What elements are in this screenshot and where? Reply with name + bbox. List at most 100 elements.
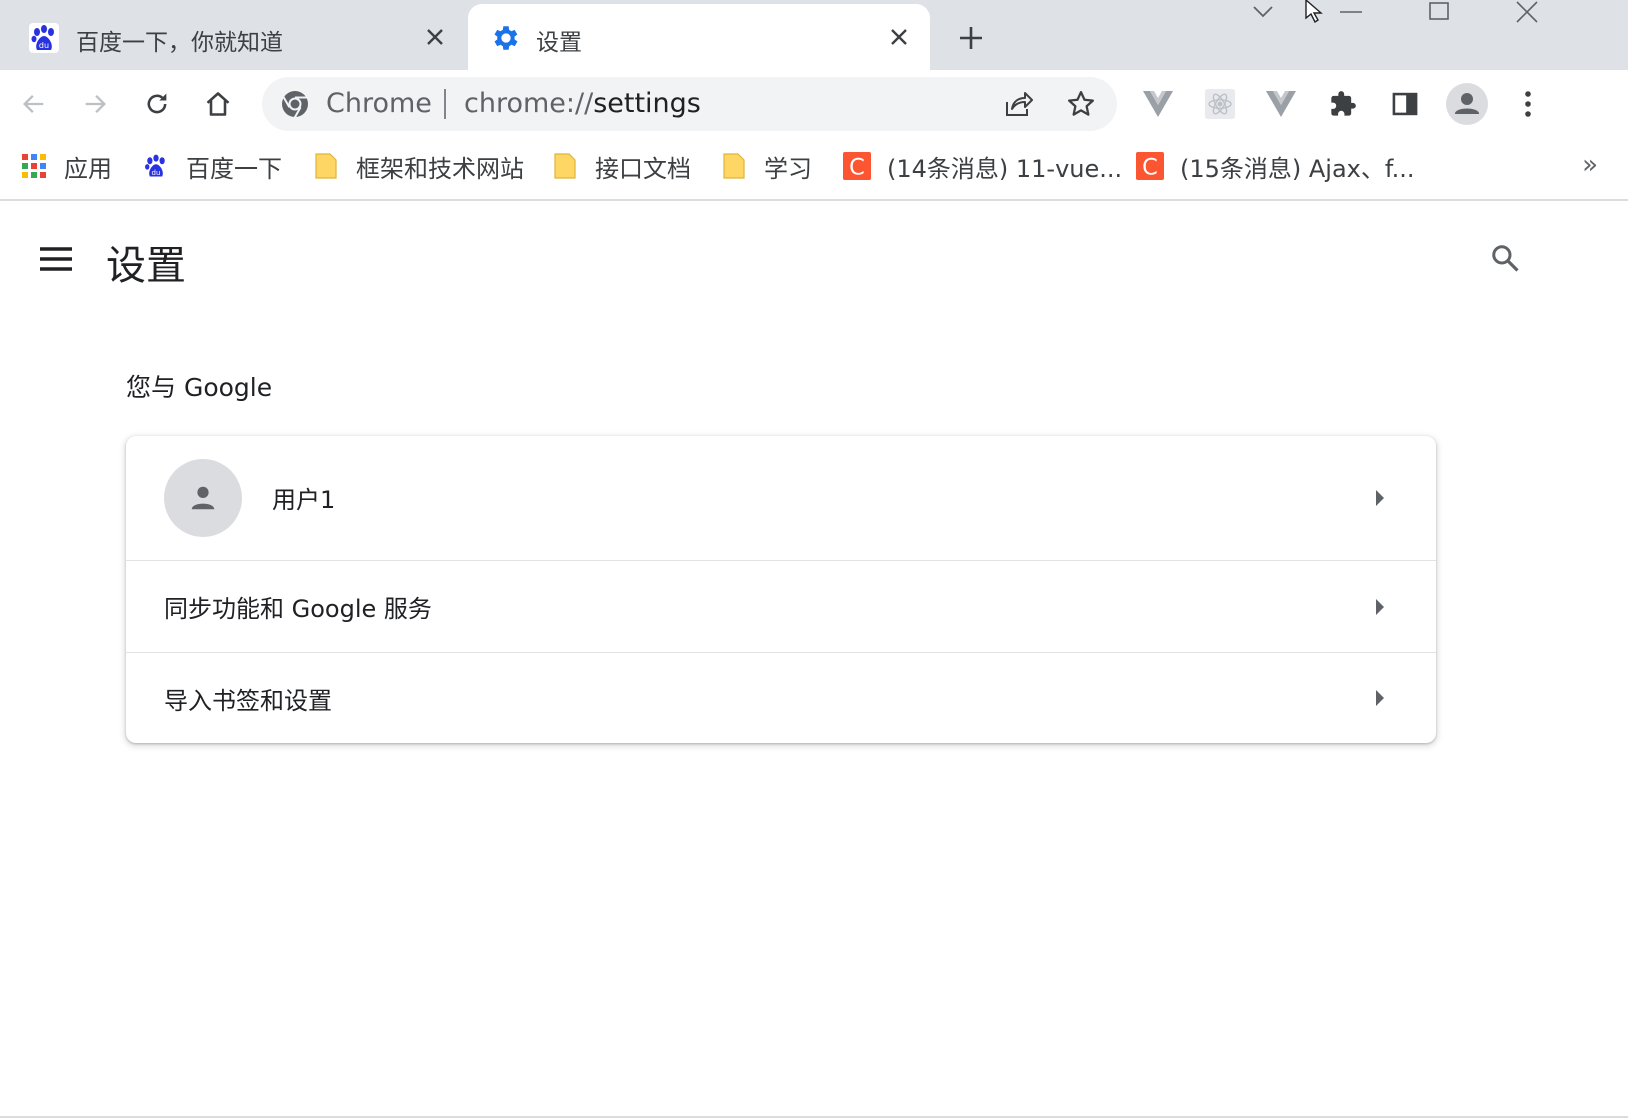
svg-text:C: C [849,154,865,180]
bookmark-csdn-ajax[interactable]: C (15条消息) Ajax、f... [1136,148,1414,184]
maximize-button[interactable] [1412,0,1466,24]
close-tab-icon[interactable] [884,22,914,52]
close-icon [1516,1,1538,23]
share-icon [1006,92,1033,116]
profile-row[interactable]: 用户1 [126,436,1436,559]
bookmark-label: (15条消息) Ajax、f... [1180,154,1415,183]
window-close-button[interactable] [1500,0,1554,24]
chrome-menu-button[interactable] [1506,82,1550,126]
you-and-google-card: 用户1 同步功能和 Google 服务 导入书签和设置 [126,436,1436,743]
extensions-button[interactable] [1321,82,1365,126]
extension-react-devtools[interactable] [1198,82,1242,126]
more-vert-icon [1525,91,1531,117]
vue-logo-icon [1266,91,1296,117]
folder-icon [551,152,579,180]
page-title: 设置 [106,243,186,289]
bookmark-star-button[interactable] [1062,85,1100,123]
tab-strip: du 百度一下，你就知道 设置 [0,0,1628,70]
arrow-right-icon [1368,595,1392,619]
csdn-icon: C [843,152,871,180]
folder-icon [312,152,340,180]
search-icon [1492,245,1519,272]
tab-search-button[interactable] [1236,0,1290,24]
bookmark-label: (14条消息) 11-vue... [887,154,1123,183]
baidu-paw-icon: du [28,22,60,54]
bookmark-label: 应用 [64,154,112,183]
chevron-down-icon [1253,6,1273,18]
tab-title: 设置 [536,30,582,56]
chrome-logo-icon [280,89,310,119]
settings-header: 设置 [0,203,1628,315]
url-scheme: chrome:// [464,88,594,119]
chip-separator [444,89,446,119]
svg-text:du: du [39,41,49,50]
minimize-icon [1340,11,1362,13]
address-bar[interactable]: Chrome chrome://settings [262,77,1117,131]
puzzle-icon [1331,91,1356,116]
side-panel-button[interactable] [1383,82,1427,126]
apps-grid-icon [20,152,48,180]
tab-baidu[interactable]: du 百度一下，你就知道 [0,4,466,70]
new-tab-button[interactable] [950,20,992,56]
star-icon [1068,91,1094,116]
svg-text:du: du [152,169,161,177]
profile-button[interactable] [1445,82,1489,126]
svg-text:C: C [1142,154,1158,180]
search-settings-button[interactable] [1482,235,1528,281]
bookmark-label: 百度一下 [186,154,282,183]
close-tab-icon[interactable] [420,22,450,52]
csdn-icon: C [1136,152,1164,180]
gear-icon [490,22,522,54]
url-path: settings [593,88,701,119]
bookmark-label: 框架和技术网站 [356,154,524,183]
share-button[interactable] [1000,85,1038,123]
bookmark-folder-api-docs[interactable]: 接口文档 [551,148,691,184]
side-panel-icon [1392,92,1418,116]
back-button[interactable] [12,82,56,126]
react-logo-icon [1205,89,1235,119]
tab-settings[interactable]: 设置 [468,4,930,70]
profile-name: 用户1 [272,486,336,514]
extension-vue-devtools-2[interactable] [1259,82,1303,126]
arrow-right-icon [1368,686,1392,710]
bookmarks-overflow-button[interactable]: » [1582,150,1598,180]
site-chip-label: Chrome [326,88,432,119]
folder-icon [720,152,748,180]
avatar-icon [1446,83,1488,125]
hamburger-menu-icon [40,247,72,271]
reload-button[interactable] [135,82,179,126]
sync-services-row[interactable]: 同步功能和 Google 服务 [126,560,1436,652]
arrow-right-icon [1368,486,1392,510]
bookmark-baidu[interactable]: du 百度一下 [142,148,282,184]
bookmark-csdn-vue[interactable]: C (14条消息) 11-vue... [843,148,1122,184]
person-icon [191,486,215,510]
bookmarks-bar: 应用 du 百度一下 框架和技术网站 接口文档 学习 C (14条消息) 11-… [0,138,1628,201]
plus-icon [960,27,982,49]
row-label: 导入书签和设置 [164,686,332,715]
minimize-button[interactable] [1324,0,1378,24]
bookmark-apps[interactable]: 应用 [20,148,112,184]
home-icon [206,92,230,116]
extension-vue-devtools-1[interactable] [1136,82,1180,126]
arrow-back-icon [23,95,44,113]
home-button[interactable] [196,82,240,126]
browser-toolbar: Chrome chrome://settings [0,70,1628,138]
bookmark-label: 学习 [764,154,812,183]
bookmark-label: 接口文档 [595,154,691,183]
baidu-paw-icon: du [142,152,170,180]
reload-icon [147,93,167,114]
import-bookmarks-row[interactable]: 导入书签和设置 [126,652,1436,743]
main-menu-button[interactable] [34,237,78,281]
maximize-icon [1429,2,1449,20]
bookmark-folder-study[interactable]: 学习 [720,148,812,184]
row-label: 同步功能和 Google 服务 [164,595,432,623]
section-title: 您与 Google [126,373,273,402]
url-text[interactable]: chrome://settings [464,88,701,119]
tab-title: 百度一下，你就知道 [76,30,283,56]
vue-logo-icon [1143,91,1173,117]
forward-button[interactable] [73,82,117,126]
mouse-pointer-icon [1305,0,1323,24]
avatar [164,459,242,537]
bookmark-folder-frameworks[interactable]: 框架和技术网站 [312,148,524,184]
arrow-forward-icon [85,95,106,113]
